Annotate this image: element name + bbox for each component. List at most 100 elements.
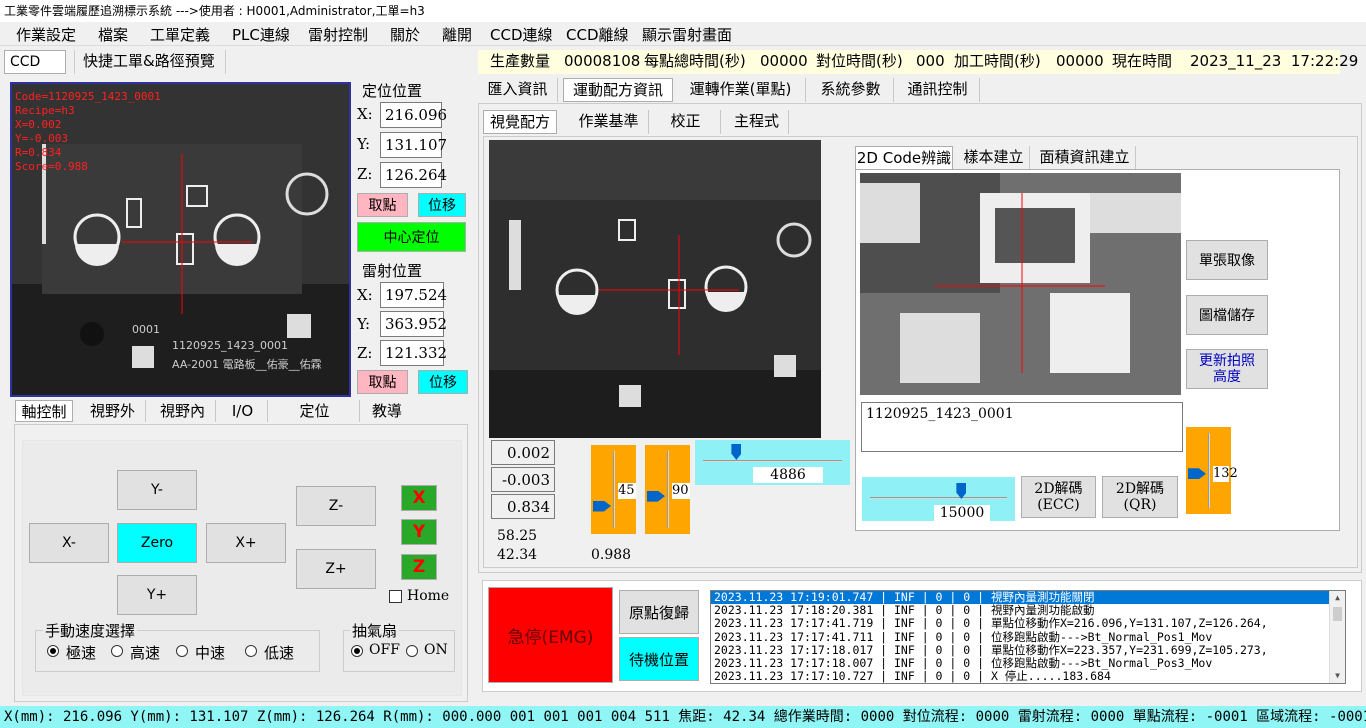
tab-teach[interactable]: 教導: [362, 400, 412, 422]
tab-axis-control[interactable]: 軸控制: [15, 400, 73, 422]
speed-mid-radio[interactable]: [176, 645, 188, 657]
status-bar: X(mm): 216.096 Y(mm): 131.107 Z(mm): 126…: [0, 706, 1366, 728]
tab-sample-build[interactable]: 樣本建立: [958, 146, 1030, 170]
tab-outside-view[interactable]: 視野外: [80, 400, 146, 422]
threshold-slider[interactable]: 132: [1186, 427, 1238, 514]
tab-calibration[interactable]: 校正: [651, 110, 721, 134]
board-serial: 0001: [132, 323, 160, 336]
log-row[interactable]: 2023.11.23 17:17:41.719 | INF | 0 | 0 | …: [711, 617, 1345, 630]
log-scrollbar[interactable]: ▲ ▼: [1329, 591, 1345, 683]
scroll-thumb[interactable]: [1333, 607, 1342, 621]
position-move-button[interactable]: 位移: [418, 193, 466, 217]
z-axis-enable-button[interactable]: Z: [401, 554, 437, 580]
tab-system-params[interactable]: 系統參數: [808, 78, 894, 102]
menu-about[interactable]: 關於: [390, 24, 420, 46]
single-capture-button[interactable]: 單張取像: [1186, 240, 1268, 280]
laser-x-field[interactable]: 197.524: [380, 282, 447, 308]
menu-ccd-disconnect[interactable]: CCD離線: [566, 24, 629, 46]
light1-slider[interactable]: 45: [591, 445, 636, 534]
threshold-slider-thumb[interactable]: [1188, 468, 1206, 480]
tab-vision-recipe[interactable]: 視覺配方: [483, 110, 557, 134]
code-zoom-image: [860, 173, 1181, 395]
camera-view-main: Code=1120925_1423_0001 Recipe=h3 X=0.002…: [10, 82, 351, 397]
tab-motion-recipe[interactable]: 運動配方資訊: [563, 78, 673, 102]
laser-z-label: Z:: [357, 344, 373, 362]
emergency-stop-button[interactable]: 急停(EMG): [488, 587, 613, 683]
event-log[interactable]: 2023.11.23 17:19:01.747 | INF | 0 | 0 | …: [710, 590, 1346, 684]
scroll-down-icon[interactable]: ▼: [1330, 669, 1345, 683]
position-z-field[interactable]: 126.264: [380, 162, 447, 188]
fan-on-label: ON: [424, 642, 448, 658]
standby-position-button[interactable]: 待機位置: [619, 637, 699, 681]
y-axis-enable-button[interactable]: Y: [401, 519, 437, 545]
fan-off-radio[interactable]: [351, 645, 363, 657]
light2-slider-thumb[interactable]: [647, 490, 665, 502]
tab-locate[interactable]: 定位: [270, 400, 360, 422]
ocr-r: R=0.834: [15, 146, 62, 159]
tab-io[interactable]: I/O: [218, 400, 268, 422]
offset-r-value: 0.834: [491, 494, 555, 519]
position-y-field[interactable]: 131.107: [380, 132, 447, 158]
code-zoom-view: [860, 173, 1181, 395]
jog-z-minus-button[interactable]: Z-: [296, 486, 376, 526]
speed-max-radio[interactable]: [47, 645, 59, 657]
jog-x-plus-button[interactable]: X+: [206, 523, 286, 563]
scroll-up-icon[interactable]: ▲: [1330, 591, 1345, 605]
home-checkbox[interactable]: [389, 590, 402, 603]
update-capture-height-button[interactable]: 更新拍照 高度: [1186, 349, 1268, 389]
speed-high-radio[interactable]: [111, 645, 123, 657]
process-time-label: 加工時間(秒): [954, 52, 1041, 70]
gain-slider-thumb[interactable]: [731, 444, 742, 460]
ocr-score: Score=0.988: [15, 160, 88, 173]
menu-file[interactable]: 檔案: [98, 24, 128, 46]
laser-y-field[interactable]: 363.952: [380, 311, 447, 337]
home-return-button[interactable]: 原點復歸: [619, 590, 699, 634]
exposure-slider[interactable]: 15000: [862, 477, 1015, 521]
ccd-selector[interactable]: CCD: [4, 50, 66, 74]
menu-laser-control[interactable]: 雷射控制: [308, 24, 368, 46]
laser-z-field[interactable]: 121.332: [380, 340, 447, 366]
log-row[interactable]: 2023.11.23 17:17:10.727 | INF | 0 | 0 | …: [711, 670, 1345, 683]
align-time-value: 000: [916, 52, 945, 70]
tab-comm-control[interactable]: 通訊控制: [896, 78, 980, 102]
jog-x-minus-button[interactable]: X-: [29, 523, 109, 563]
x-axis-enable-button[interactable]: X: [401, 485, 437, 511]
decode-ecc-button[interactable]: 2D解碼 (ECC): [1021, 476, 1096, 518]
jog-y-plus-button[interactable]: Y+: [117, 575, 197, 615]
fan-on-radio[interactable]: [406, 645, 418, 657]
menu-order-definition[interactable]: 工單定義: [150, 24, 210, 46]
jog-z-plus-button[interactable]: Z+: [296, 549, 376, 589]
light1-slider-thumb[interactable]: [593, 500, 611, 512]
menu-ccd-connect[interactable]: CCD連線: [490, 24, 553, 46]
quick-order-preview-button[interactable]: 快捷工單&路徑預覽: [74, 50, 226, 74]
gain-slider[interactable]: 4886: [695, 440, 850, 485]
decoded-text-box[interactable]: 1120925_1423_0001: [861, 402, 1183, 452]
light2-slider[interactable]: 90: [645, 445, 690, 534]
log-row[interactable]: 2023.11.23 17:17:41.711 | INF | 0 | 0 | …: [711, 630, 1345, 644]
tab-inside-view[interactable]: 視野內: [150, 400, 216, 422]
save-image-button[interactable]: 圖檔儲存: [1186, 295, 1268, 335]
jog-y-minus-button[interactable]: Y-: [117, 470, 197, 510]
tab-run-single[interactable]: 運轉作業(單點): [676, 78, 806, 102]
center-align-button[interactable]: 中心定位: [357, 222, 466, 252]
menu-plc-connect[interactable]: PLC連線: [232, 24, 290, 46]
laser-take-point-button[interactable]: 取點: [357, 370, 408, 394]
laser-x-label: X:: [357, 286, 373, 304]
tab-work-base[interactable]: 作業基準: [569, 110, 649, 134]
info-bar: 生產數量 00008108 每點總時間(秒) 00000 對位時間(秒) 000…: [478, 50, 1358, 74]
jog-zero-button[interactable]: Zero: [117, 523, 197, 563]
menu-exit[interactable]: 離開: [442, 24, 472, 46]
tab-area-info[interactable]: 面積資訊建立: [1034, 146, 1136, 170]
menu-show-laser-view[interactable]: 顯示雷射畫面: [642, 24, 732, 46]
position-x-field[interactable]: 216.096: [380, 102, 447, 128]
menu-work-settings[interactable]: 作業設定: [16, 24, 76, 46]
tab-2d-code[interactable]: 2D Code辨識: [855, 146, 953, 170]
score-value: 0.988: [591, 547, 632, 563]
decode-qr-button[interactable]: 2D解碼 (QR): [1102, 476, 1178, 518]
laser-move-button[interactable]: 位移: [418, 370, 468, 394]
menu-bar: 作業設定 檔案 工單定義 PLC連線 雷射控制 關於 離開 CCD連線 CCD離…: [0, 22, 1366, 46]
position-take-point-button[interactable]: 取點: [357, 193, 408, 217]
tab-main-program[interactable]: 主程式: [725, 110, 789, 134]
speed-low-radio[interactable]: [245, 645, 257, 657]
tab-import-info[interactable]: 匯入資訊: [478, 78, 558, 102]
